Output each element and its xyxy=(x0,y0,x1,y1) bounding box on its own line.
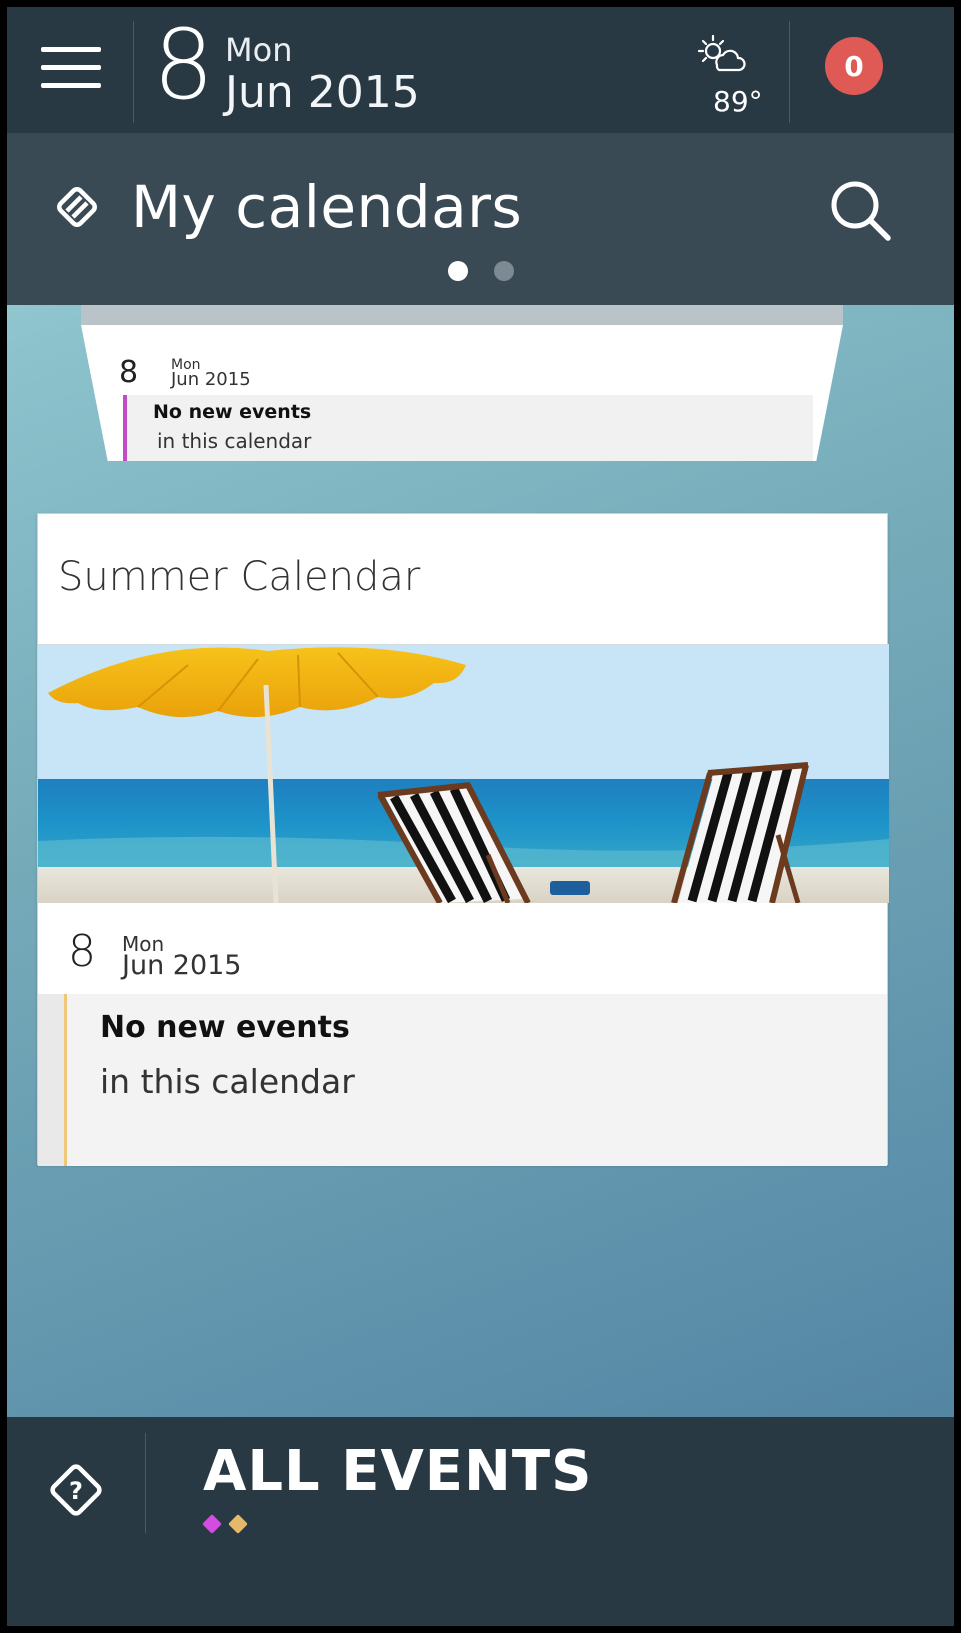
app-screen: 8 Mon Jun 2015 89° 0 My calendars 8 Mon … xyxy=(7,7,954,1626)
card-gutter xyxy=(38,994,64,1166)
page-title: My calendars xyxy=(131,173,523,241)
current-day-name: Mon xyxy=(225,31,293,69)
calendar-color-dot xyxy=(202,1514,222,1534)
calendar-color-dots xyxy=(202,1514,248,1534)
card-events-area: No new events in this calendar xyxy=(123,395,813,461)
card-header-band xyxy=(81,305,843,325)
page-dot-2[interactable] xyxy=(493,261,514,281)
divider xyxy=(133,21,134,123)
beach-illustration xyxy=(38,645,889,903)
temperature: 89° xyxy=(713,85,763,118)
menu-line xyxy=(41,47,101,52)
divider xyxy=(789,21,790,123)
current-day-number: 8 xyxy=(153,9,215,121)
card-events-area: No new events in this calendar xyxy=(38,994,887,1166)
notification-badge[interactable]: 0 xyxy=(825,37,883,95)
card-day-number: 8 xyxy=(68,926,96,977)
calendars-header: My calendars xyxy=(7,133,954,305)
calendar-color-bar xyxy=(123,395,127,461)
menu-line xyxy=(41,83,101,88)
divider xyxy=(145,1433,146,1533)
card-body: 8 Mon Jun 2015 No new events in this cal… xyxy=(81,325,843,461)
no-events-subtitle: in this calendar xyxy=(157,429,312,453)
device-frame: 8 Mon Jun 2015 89° 0 My calendars 8 Mon … xyxy=(0,0,961,1633)
calendar-card-back[interactable]: 8 Mon Jun 2015 No new events in this cal… xyxy=(81,305,843,461)
partly-sunny-icon xyxy=(697,34,746,72)
bottom-bar: ? ALL EVENTS xyxy=(7,1417,954,1626)
no-events-label: No new events xyxy=(100,1010,350,1045)
menu-line xyxy=(41,65,101,70)
no-events-subtitle: in this calendar xyxy=(100,1062,355,1101)
svg-text:?: ? xyxy=(69,1477,83,1505)
card-month-year: Jun 2015 xyxy=(122,950,242,981)
calendar-color-dot xyxy=(228,1514,248,1534)
all-events-title[interactable]: ALL EVENTS xyxy=(203,1439,592,1504)
current-month-year: Jun 2015 xyxy=(225,67,420,118)
beach-cover-image xyxy=(38,645,889,903)
page-dot-1[interactable] xyxy=(447,261,468,281)
top-status-bar: 8 Mon Jun 2015 89° 0 xyxy=(7,7,954,133)
calendars-icon xyxy=(57,187,97,227)
calendar-title: Summer Calendar xyxy=(58,554,421,600)
page-indicator xyxy=(7,261,954,281)
no-events-label: No new events xyxy=(153,401,312,423)
calendar-card-summer[interactable]: Summer Calendar 8 Mon Jun 2015 No new ev… xyxy=(37,513,889,1166)
search-icon[interactable] xyxy=(827,177,893,243)
help-icon[interactable]: ? xyxy=(45,1459,107,1521)
hamburger-menu-icon[interactable] xyxy=(37,41,101,91)
card-month-year: Jun 2015 xyxy=(171,369,251,390)
calendar-color-bar xyxy=(64,994,67,1166)
card-day-number: 8 xyxy=(119,355,139,390)
